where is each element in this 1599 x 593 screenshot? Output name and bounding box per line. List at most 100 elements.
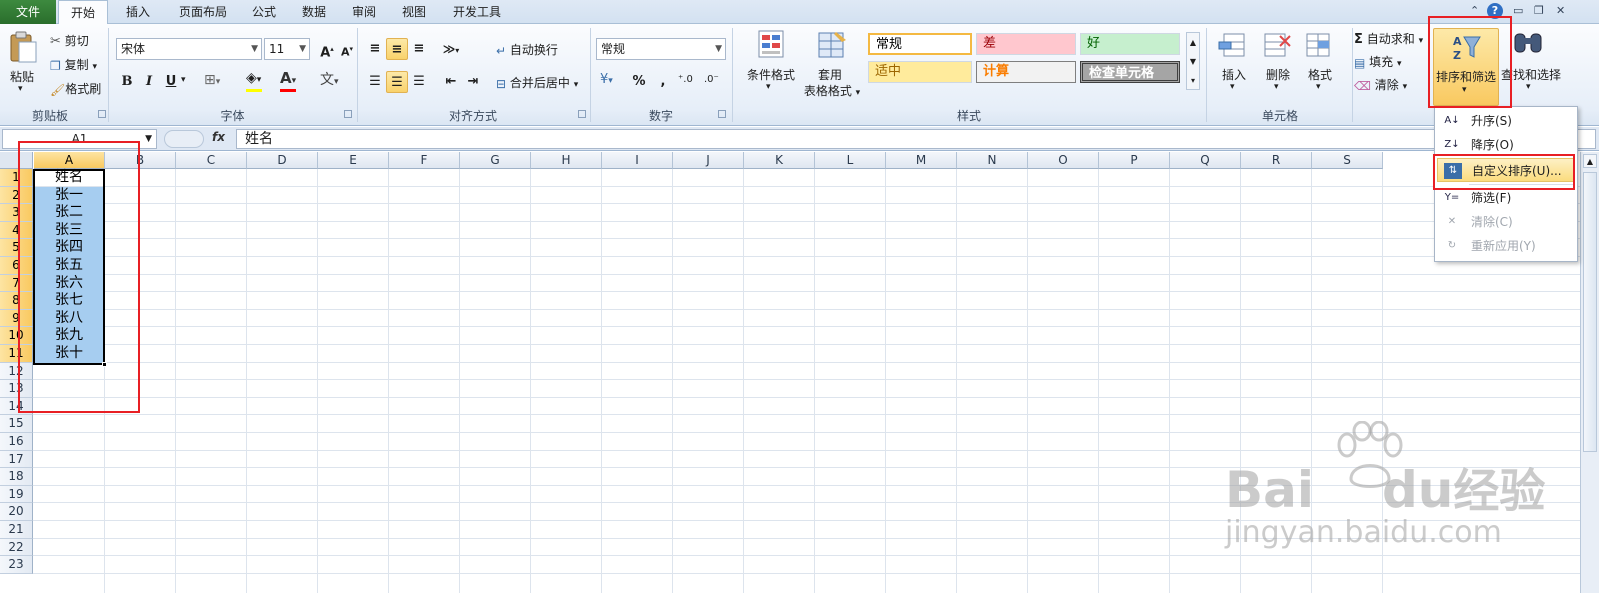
- insert-cells-icon[interactable]: [1218, 30, 1248, 63]
- conditional-format-button[interactable]: 条件格式: [738, 66, 804, 83]
- font-launcher-icon[interactable]: [344, 110, 352, 118]
- tab-formulas[interactable]: 公式: [246, 0, 282, 24]
- fill-color-icon[interactable]: ◈▾: [246, 70, 261, 86]
- clear-button[interactable]: ⌫ 清除 ▾: [1354, 76, 1407, 93]
- insert-cells-button[interactable]: 插入: [1214, 66, 1254, 83]
- align-middle-icon[interactable]: ≡: [386, 38, 408, 60]
- format-cells-button[interactable]: 格式: [1300, 66, 1340, 83]
- formula-expand-handle[interactable]: [164, 130, 204, 148]
- font-color-icon[interactable]: A▾: [280, 69, 296, 87]
- decrease-indent-icon[interactable]: ⇤: [440, 71, 462, 93]
- format-as-table-button[interactable]: 表格格式 ▾: [802, 82, 862, 99]
- scroll-thumb[interactable]: [1583, 172, 1597, 452]
- conditional-format-icon[interactable]: [758, 30, 786, 63]
- menu-item-reapply[interactable]: ↻ 重新应用(Y): [1437, 234, 1575, 258]
- borders-icon[interactable]: ⊞▾: [204, 72, 220, 88]
- column-header-l[interactable]: L: [815, 152, 886, 169]
- column-header-q[interactable]: Q: [1170, 152, 1241, 169]
- style-neutral-cell[interactable]: 适中: [868, 61, 972, 83]
- decrease-decimal-icon[interactable]: .0⁻: [704, 74, 719, 85]
- menu-item-clear[interactable]: ✕ 清除(C): [1437, 210, 1575, 234]
- number-format-select[interactable]: 常规 ▼: [596, 38, 726, 60]
- tab-data[interactable]: 数据: [296, 0, 332, 24]
- scroll-up-icon[interactable]: ▲: [1583, 154, 1597, 168]
- formula-input[interactable]: 姓名: [236, 129, 1596, 149]
- fill-button[interactable]: ▤ 填充 ▾: [1354, 53, 1402, 70]
- alignment-launcher-icon[interactable]: [578, 110, 586, 118]
- row-header-17[interactable]: 17: [0, 450, 33, 469]
- column-header-o[interactable]: O: [1028, 152, 1099, 169]
- find-select-dropdown-icon[interactable]: ▾: [1526, 82, 1531, 92]
- tab-home[interactable]: 开始: [58, 0, 108, 25]
- align-bottom-icon[interactable]: ≡: [408, 38, 430, 60]
- column-header-g[interactable]: G: [460, 152, 531, 169]
- style-calculation-cell[interactable]: 计算: [976, 61, 1076, 83]
- row-header-19[interactable]: 19: [0, 485, 33, 504]
- column-header-e[interactable]: E: [318, 152, 389, 169]
- row-header-15[interactable]: 15: [0, 415, 33, 433]
- row-header-20[interactable]: 20: [0, 503, 33, 521]
- tab-developer[interactable]: 开发工具: [446, 0, 508, 24]
- tab-review[interactable]: 审阅: [346, 0, 382, 24]
- cut-button[interactable]: ✂ 剪切: [50, 32, 89, 49]
- menu-item-sort-ascending[interactable]: A↓ 升序(S): [1437, 109, 1575, 133]
- paste-icon[interactable]: [8, 30, 42, 66]
- increase-decimal-icon[interactable]: ⁺.0: [678, 74, 693, 85]
- format-painter-button[interactable]: 🖌格式刷: [50, 80, 101, 97]
- style-normal-cell[interactable]: 常规: [868, 33, 972, 55]
- column-header-s[interactable]: S: [1312, 152, 1383, 169]
- restore-window-icon[interactable]: ❐: [1534, 4, 1544, 17]
- bold-button[interactable]: B: [116, 71, 138, 93]
- style-check-cell[interactable]: 检查单元格: [1080, 61, 1180, 83]
- delete-cells-icon[interactable]: [1262, 30, 1292, 63]
- minimize-window-icon[interactable]: ▭: [1513, 4, 1523, 17]
- column-header-r[interactable]: R: [1241, 152, 1312, 169]
- format-dropdown-icon[interactable]: ▾: [1316, 82, 1321, 92]
- increase-indent-icon[interactable]: ⇥: [462, 71, 484, 93]
- conditional-format-dropdown-icon[interactable]: ▾: [766, 82, 771, 92]
- style-good-cell[interactable]: 好: [1080, 33, 1180, 55]
- row-header-22[interactable]: 22: [0, 538, 33, 557]
- font-name-select[interactable]: 宋体 ▼: [116, 38, 262, 60]
- column-header-d[interactable]: D: [247, 152, 318, 169]
- autosum-button[interactable]: Σ 自动求和 ▾: [1354, 30, 1423, 47]
- shrink-font-button[interactable]: A▾: [336, 38, 358, 60]
- column-header-f[interactable]: F: [389, 152, 460, 169]
- phonetic-icon[interactable]: 文▾: [320, 69, 339, 89]
- column-header-m[interactable]: M: [886, 152, 957, 169]
- row-header-18[interactable]: 18: [0, 468, 33, 486]
- column-header-j[interactable]: J: [673, 152, 744, 169]
- wrap-text-button[interactable]: ↵ 自动换行: [496, 41, 558, 58]
- align-left-icon[interactable]: ☰: [364, 71, 386, 93]
- row-header-21[interactable]: 21: [0, 521, 33, 539]
- format-cells-icon[interactable]: [1304, 30, 1334, 63]
- underline-dropdown-icon[interactable]: ▾: [181, 75, 186, 85]
- insert-function-button[interactable]: fx: [212, 130, 225, 144]
- close-window-icon[interactable]: ✕: [1556, 4, 1565, 17]
- column-header-c[interactable]: C: [176, 152, 247, 169]
- number-launcher-icon[interactable]: [718, 110, 726, 118]
- currency-icon[interactable]: ¥▾: [600, 72, 613, 87]
- binoculars-icon[interactable]: [1512, 30, 1544, 61]
- tab-insert[interactable]: 插入: [118, 0, 158, 24]
- orientation-icon[interactable]: ≫▾: [440, 38, 462, 60]
- underline-button[interactable]: U: [160, 71, 182, 93]
- styles-gallery-scroll[interactable]: ▲ ▼ ▾: [1186, 32, 1200, 90]
- merge-center-button[interactable]: ⊟ 合并后居中 ▾: [496, 74, 578, 91]
- comma-button[interactable]: ,: [652, 71, 674, 93]
- paste-button[interactable]: 粘贴: [10, 68, 34, 85]
- align-right-icon[interactable]: ☰: [408, 71, 430, 93]
- row-header-23[interactable]: 23: [0, 556, 33, 574]
- percent-button[interactable]: %: [628, 71, 650, 93]
- insert-dropdown-icon[interactable]: ▾: [1230, 82, 1235, 92]
- paste-dropdown-icon[interactable]: ▾: [18, 84, 23, 94]
- vertical-scrollbar[interactable]: ▲: [1580, 152, 1599, 593]
- align-center-icon[interactable]: ☰: [386, 71, 408, 93]
- format-as-table-icon[interactable]: [818, 30, 848, 63]
- row-header-16[interactable]: 16: [0, 433, 33, 451]
- column-header-h[interactable]: H: [531, 152, 602, 169]
- column-header-i[interactable]: I: [602, 152, 673, 169]
- font-size-select[interactable]: 11 ▼: [264, 38, 310, 60]
- delete-dropdown-icon[interactable]: ▾: [1274, 82, 1279, 92]
- copy-button[interactable]: ❐ 复制 ▾: [50, 56, 97, 73]
